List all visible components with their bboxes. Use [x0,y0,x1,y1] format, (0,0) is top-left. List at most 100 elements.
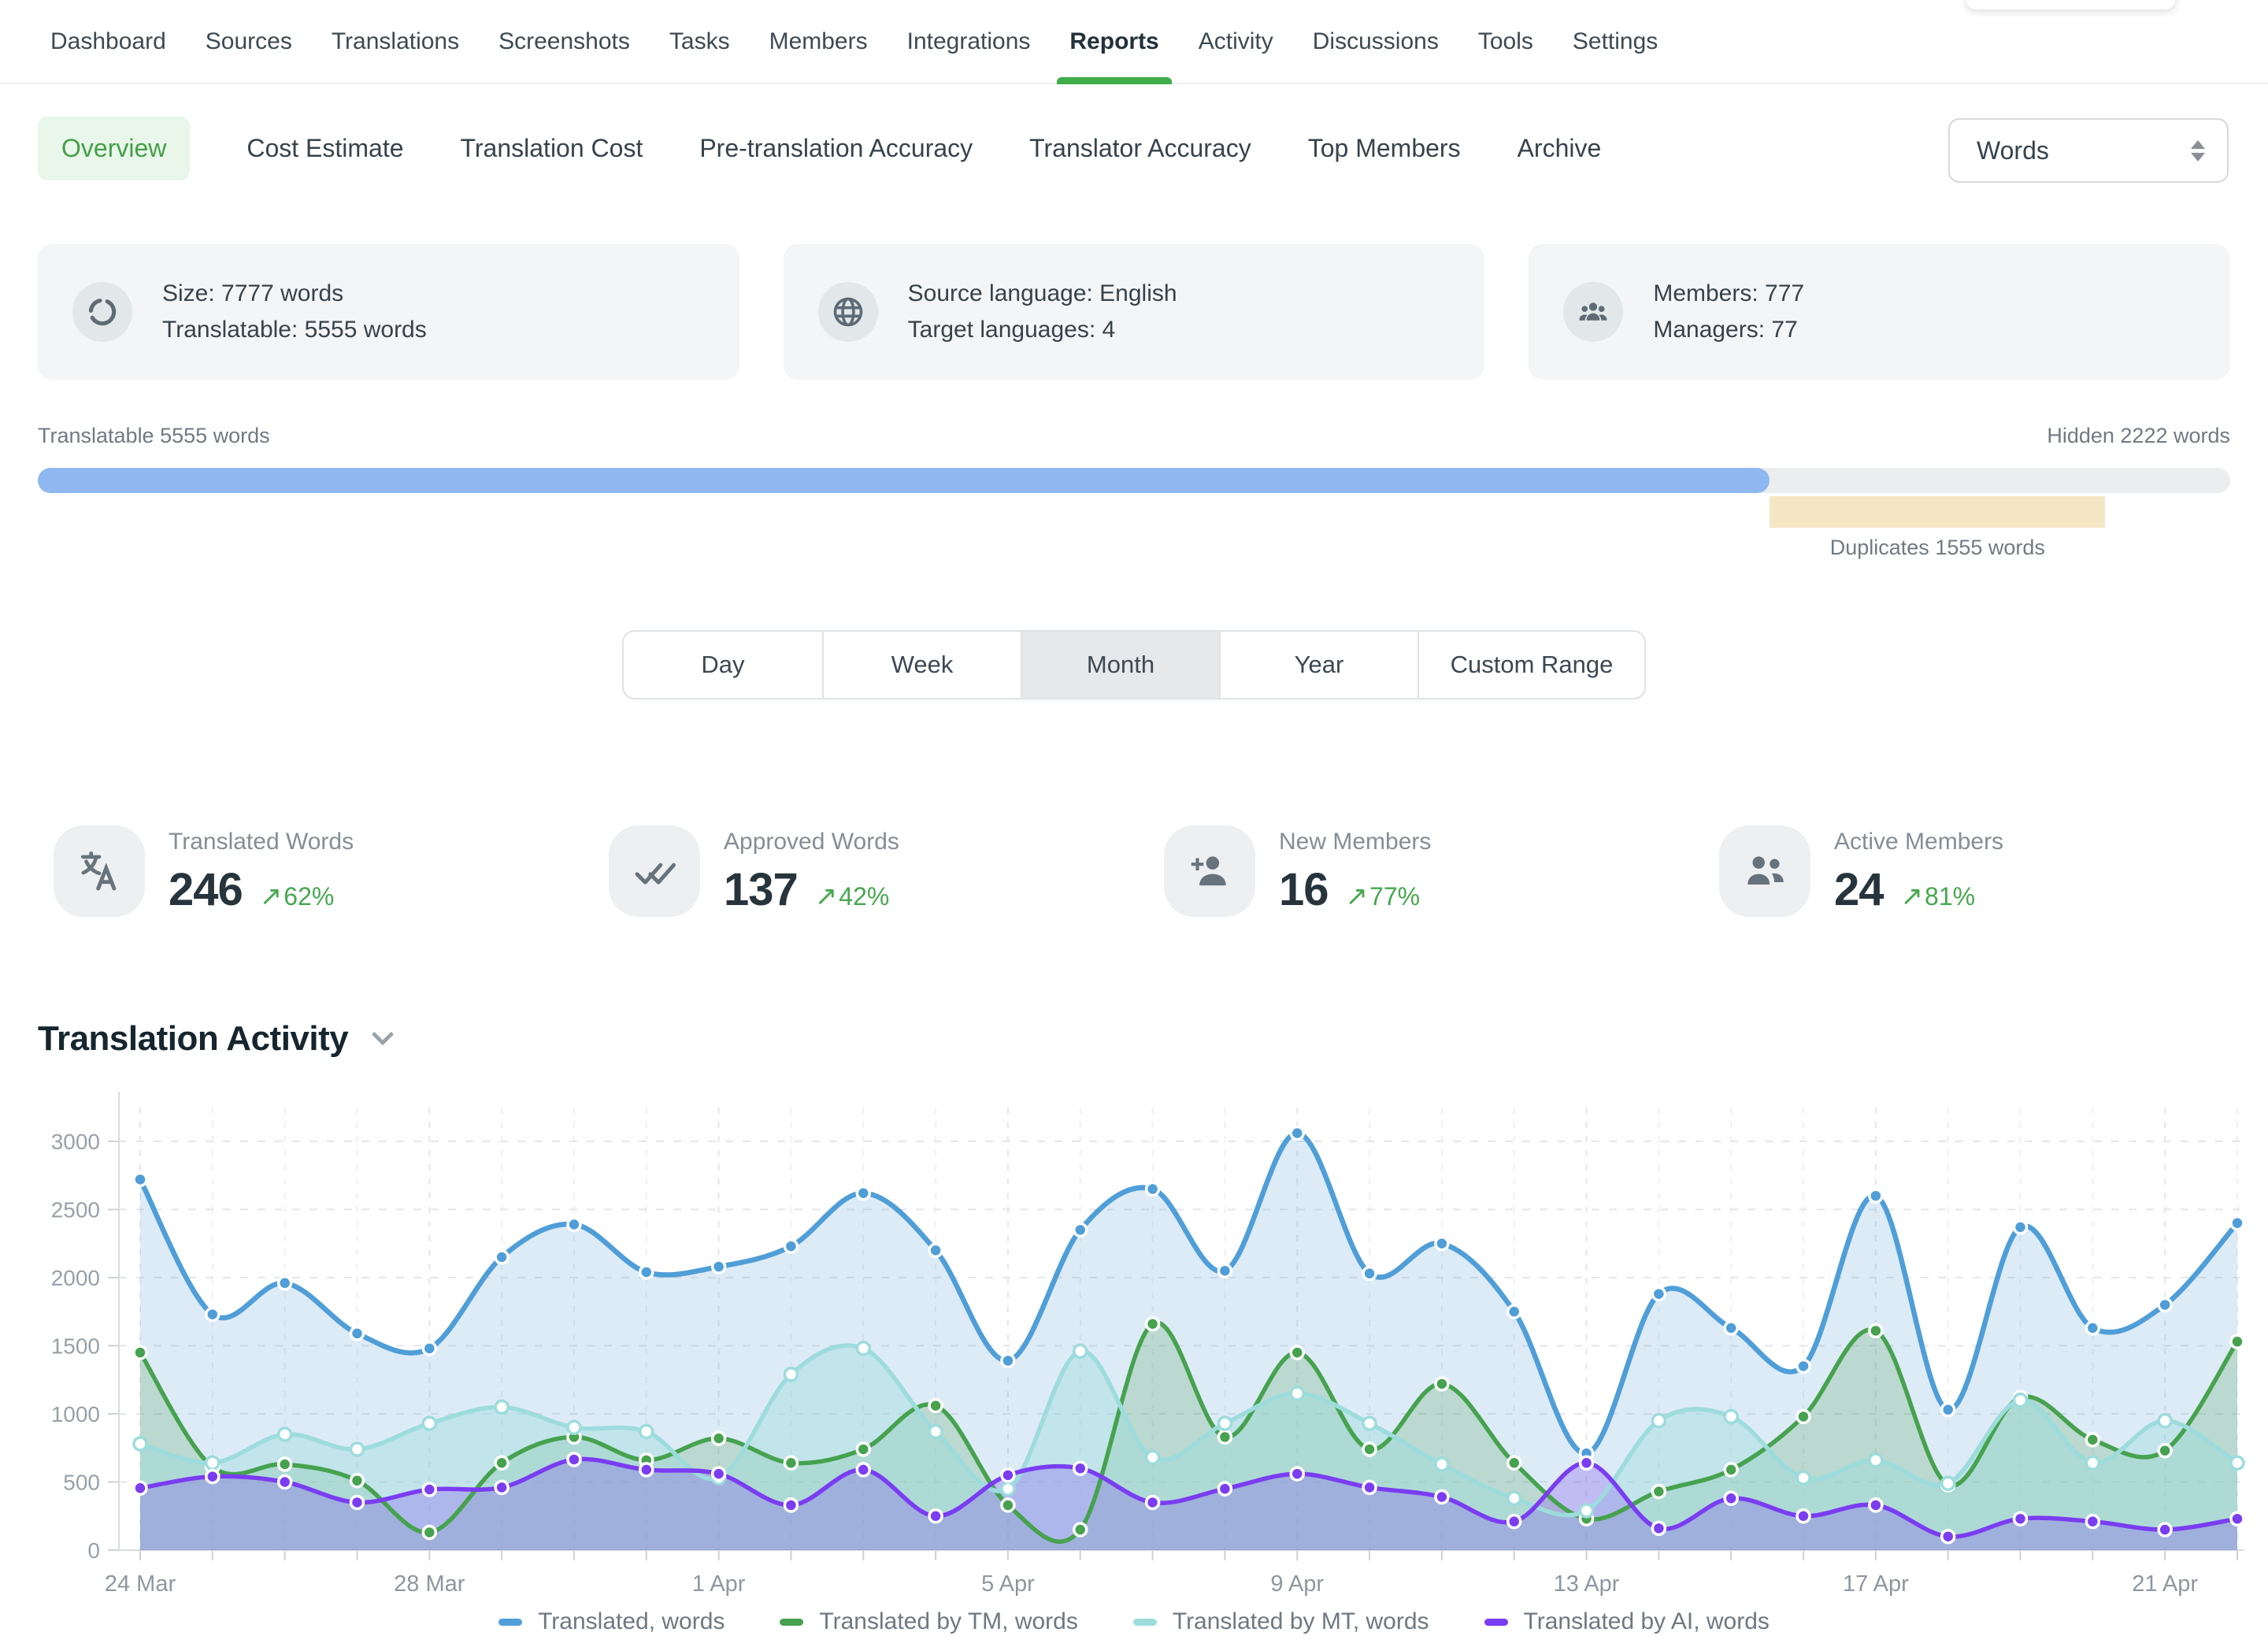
language-card: Source language: English Target language… [784,244,1485,380]
tab-translation-cost[interactable]: Translation Cost [461,134,643,163]
approved-words-stat: Approved Words 137 ↗42% [609,825,899,917]
translatable-line: Translatable: 5555 words [162,312,427,348]
range-month[interactable]: Month [1021,632,1219,698]
stat-delta: ↗77% [1346,881,1421,912]
svg-text:2000: 2000 [51,1266,100,1290]
legend-marker-icon [1484,1619,1508,1626]
words-bar: Duplicates 1555 words [38,468,2230,562]
nav-integrations[interactable]: Integrations [907,0,1031,83]
tab-top-members[interactable]: Top Members [1308,134,1461,163]
nav-activity[interactable]: Activity [1199,0,1273,83]
svg-text:13 Apr: 13 Apr [1554,1571,1620,1597]
translation-activity-chart: 0 500 1000 1500 2000 2500 3000 24 Mar 28 Mar 1 Ap… [0,1079,2268,1647]
stat-delta: ↗62% [260,881,335,912]
duplicates-bar [1770,496,2105,528]
stat-label: Active Members [1834,829,2003,855]
tab-translator-accuracy[interactable]: Translator Accuracy [1029,134,1251,163]
svg-text:1500: 1500 [51,1334,100,1359]
unit-select-value: Words [1977,136,2191,165]
nav-members[interactable]: Members [769,0,868,83]
globe-icon [818,282,878,342]
svg-text:17 Apr: 17 Apr [1843,1571,1909,1597]
date-range-tabs: Day Week Month Year Custom Range [622,630,1646,699]
svg-text:28 Mar: 28 Mar [394,1571,465,1597]
source-language-line: Source language: English [908,276,1177,312]
legend-label: Translated by MT, words [1173,1608,1429,1635]
legend-item[interactable]: Translated, words [498,1608,724,1635]
stat-value: 24 [1834,863,1884,916]
trend-up-icon: ↗ [260,881,283,911]
translatable-words-label: Translatable 5555 words [38,424,270,448]
unit-select[interactable]: Words [1948,118,2229,183]
hidden-words-label: Hidden 2222 words [2047,424,2230,448]
nav-tasks[interactable]: Tasks [669,0,730,83]
legend-marker-icon [780,1619,803,1626]
range-week[interactable]: Week [822,632,1021,698]
svg-text:0: 0 [87,1538,100,1563]
svg-text:3000: 3000 [51,1130,100,1154]
reports-page: Dashboard Sources Translations Screensho… [0,0,2268,1647]
tab-pre-translation-accuracy[interactable]: Pre-translation Accuracy [699,134,973,163]
summary-cards: Size: 7777 words Translatable: 5555 word… [38,244,2230,380]
nav-tools[interactable]: Tools [1478,0,1533,83]
nav-reports[interactable]: Reports [1069,0,1158,83]
svg-text:500: 500 [63,1471,100,1495]
legend-label: Translated by AI, words [1524,1608,1770,1635]
tab-overview[interactable]: Overview [38,117,190,180]
report-tabs: Overview Cost Estimate Translation Cost … [38,117,1601,180]
nav-screenshots[interactable]: Screenshots [498,0,630,83]
nav-discussions[interactable]: Discussions [1313,0,1439,83]
members-icon [1563,282,1623,342]
people-icon [1719,825,1810,917]
svg-text:24 Mar: 24 Mar [105,1571,176,1597]
nav-sources[interactable]: Sources [206,0,292,83]
chart-legend: Translated, words Translated by TM, words… [0,1608,2268,1635]
members-card: Members: 777 Managers: 77 [1529,244,2230,380]
stat-value: 137 [724,863,798,916]
chart-header: Translation Activity [38,1019,391,1059]
svg-text:2500: 2500 [51,1198,100,1222]
nav-translations[interactable]: Translations [332,0,459,83]
translated-words-stat: Translated Words 246 ↗62% [54,825,354,917]
stat-delta: ↗42% [815,881,890,912]
stat-delta: ↗81% [1901,881,1976,912]
legend-marker-icon [1133,1619,1157,1626]
nav-settings[interactable]: Settings [1573,0,1658,83]
sort-arrows-icon [2191,140,2205,161]
managers-line: Managers: 77 [1653,312,1804,348]
legend-label: Translated by TM, words [819,1608,1077,1635]
range-custom[interactable]: Custom Range [1418,632,1644,698]
size-line: Size: 7777 words [162,276,427,312]
translate-icon [54,825,145,917]
size-card: Size: 7777 words Translatable: 5555 word… [38,244,739,380]
svg-text:21 Apr: 21 Apr [2132,1571,2198,1597]
stat-label: Translated Words [169,829,354,855]
nav-dashboard[interactable]: Dashboard [50,0,166,83]
trend-up-icon: ↗ [1901,881,1924,911]
tab-cost-estimate[interactable]: Cost Estimate [246,134,403,163]
range-day[interactable]: Day [624,632,822,698]
double-check-icon [609,825,700,917]
legend-item[interactable]: Translated by MT, words [1133,1608,1429,1635]
members-line: Members: 777 [1653,276,1804,312]
chevron-down-icon[interactable] [372,1023,394,1045]
top-navigation: Dashboard Sources Translations Screensho… [0,0,2268,84]
tab-archive[interactable]: Archive [1518,134,1602,163]
translatable-bar-fill [38,468,1770,493]
target-languages-line: Target languages: 4 [908,312,1177,348]
legend-item[interactable]: Translated by TM, words [780,1608,1077,1635]
words-bar-labels: Translatable 5555 words Hidden 2222 word… [38,424,2230,448]
legend-item[interactable]: Translated by AI, words [1484,1608,1770,1635]
person-add-icon [1164,825,1255,917]
chart-title: Translation Activity [38,1019,348,1059]
stat-value: 16 [1279,863,1329,916]
svg-text:5 Apr: 5 Apr [981,1571,1035,1597]
range-year[interactable]: Year [1219,632,1418,698]
svg-text:1 Apr: 1 Apr [692,1571,746,1597]
duplicates-label: Duplicates 1555 words [1830,536,2045,560]
svg-text:1000: 1000 [51,1402,100,1426]
trend-up-icon: ↗ [1346,881,1369,911]
svg-text:9 Apr: 9 Apr [1270,1571,1324,1597]
progress-ring-icon [72,282,132,342]
stat-value: 246 [169,863,243,916]
